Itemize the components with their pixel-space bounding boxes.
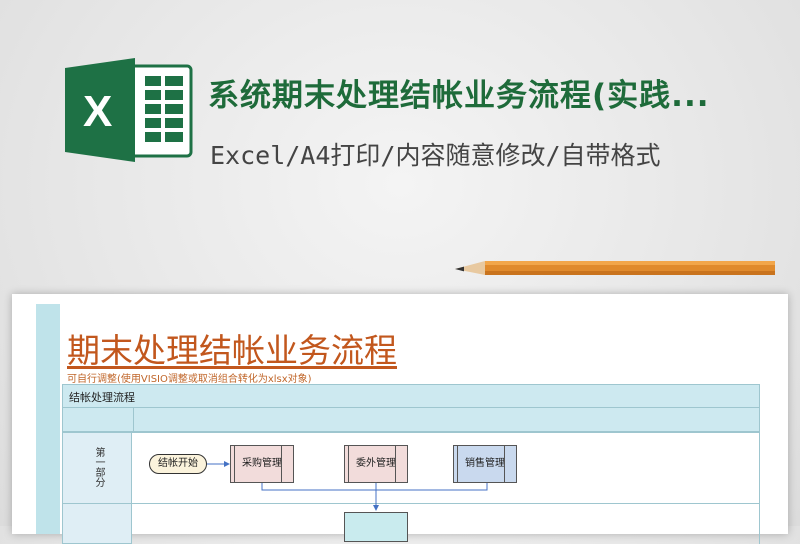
flow-node-start: 结帐开始 (149, 454, 207, 474)
flow-connectors (207, 461, 488, 511)
excel-letter: X (83, 87, 112, 136)
page-title: 系统期末处理结帐业务流程(实践... (208, 78, 710, 114)
flow-node-outsource: 委外管理 (344, 445, 408, 483)
pencil-icon (455, 261, 775, 275)
excel-icon: X (65, 58, 193, 162)
flow-node-purchase: 采购管理 (230, 445, 294, 483)
flow-node-next (344, 512, 408, 542)
spreadsheet-preview: 期末处理结帐业务流程 可自行调整(使用VISIO调整或取消组合转化为xlsx对象… (12, 294, 788, 544)
flow-node-sales: 销售管理 (453, 445, 517, 483)
page-subtitle: Excel/A4打印/内容随意修改/自带格式 (210, 141, 661, 170)
